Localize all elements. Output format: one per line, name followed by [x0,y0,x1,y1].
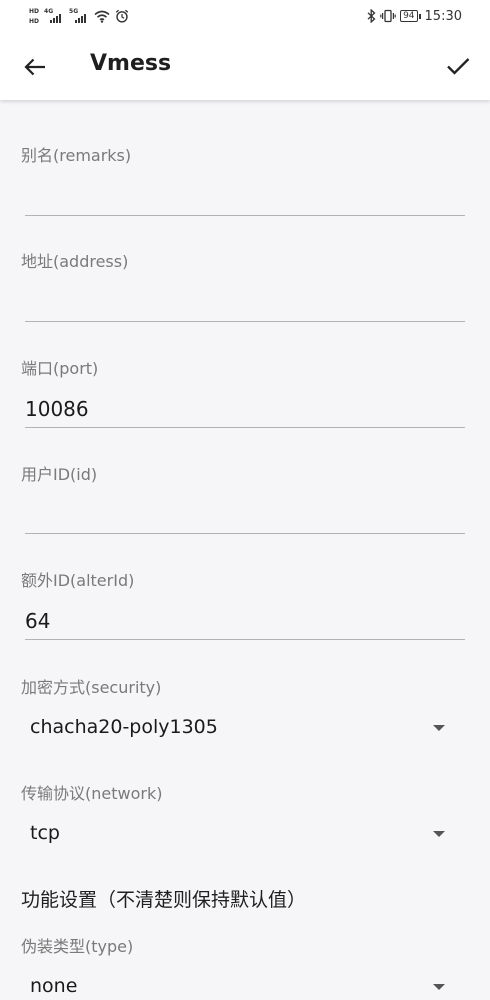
hd-bottom-label: HD [29,17,40,25]
user-id-label: 用户ID(id) [21,465,98,484]
bluetooth-icon [367,9,376,23]
type-value: none [30,975,78,997]
dropdown-arrow-icon [433,725,445,731]
section-title: 功能设置（不清楚则保持默认值） [21,889,307,911]
clock: 15:30 [424,8,462,24]
network-select[interactable]: tcp [22,815,462,851]
port-input[interactable]: 10086 [25,392,465,428]
alarm-icon [115,9,129,23]
security-label: 加密方式(security) [21,678,162,697]
check-icon [447,58,470,75]
status-left: HD HD 4G 5G [29,4,129,28]
app-toolbar: Vmess [0,32,490,100]
remarks-label: 别名(remarks) [21,146,132,165]
alter-id-value: 64 [25,609,51,633]
dropdown-arrow-icon [433,984,445,990]
signal-4g-icon: 4G [44,8,64,24]
type-select[interactable]: none [22,968,462,1000]
alter-id-input[interactable]: 64 [25,604,465,640]
port-value: 10086 [25,397,89,421]
network-value: tcp [30,822,60,844]
signal-5g-icon: 5G [69,8,89,24]
wifi-icon [94,10,110,23]
alter-id-label: 额外ID(alterId) [21,571,135,590]
confirm-button[interactable] [442,50,474,82]
security-value: chacha20-poly1305 [30,716,218,738]
status-right: 94 15:30 [367,4,462,28]
dropdown-arrow-icon [433,831,445,837]
address-input[interactable] [25,286,465,322]
network-label: 传输协议(network) [21,784,163,803]
remarks-input[interactable] [25,180,465,216]
port-label: 端口(port) [21,359,99,378]
status-bar: HD HD 4G 5G 94 15:30 [0,0,490,32]
type-label: 伪装类型(type) [21,937,134,956]
user-id-input[interactable] [25,498,465,534]
security-select[interactable]: chacha20-poly1305 [22,709,462,745]
address-label: 地址(address) [21,252,129,271]
hd-top-label: HD [29,7,40,15]
hd-indicator: HD HD [29,7,39,26]
page-title: Vmess [90,51,172,76]
arrow-left-icon [24,58,45,76]
battery-icon: 94 [400,10,421,22]
back-button[interactable] [20,52,50,82]
battery-level: 94 [400,10,418,22]
vibrate-icon [380,9,396,23]
